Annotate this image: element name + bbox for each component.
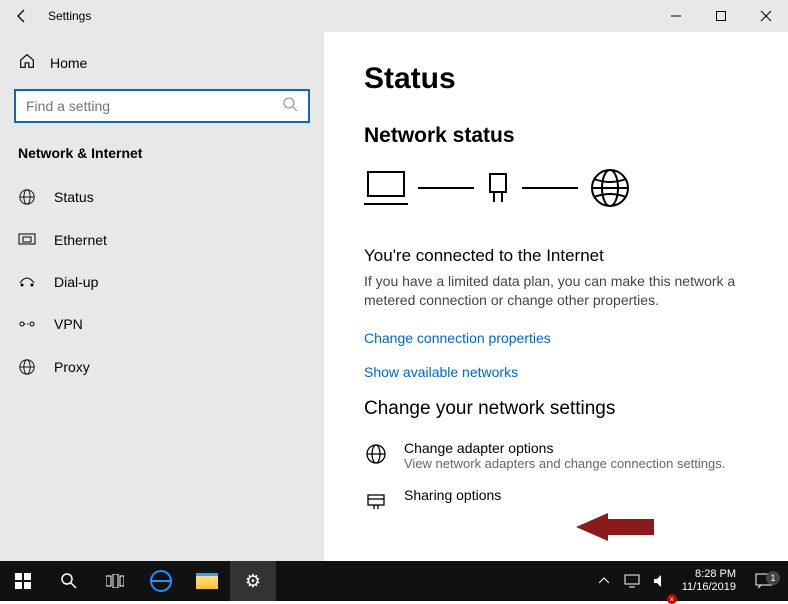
folder-icon (196, 573, 218, 589)
adapter-icon (364, 440, 388, 471)
minimize-button[interactable] (653, 0, 698, 32)
dialup-icon (18, 275, 36, 289)
adapter-option-desc: View network adapters and change connect… (404, 456, 725, 471)
globe-icon (18, 188, 36, 206)
globe-icon (18, 358, 36, 376)
ethernet-icon (18, 233, 36, 247)
home-icon (18, 52, 36, 73)
search-input[interactable] (26, 98, 282, 114)
sidebar-item-vpn[interactable]: VPN (0, 303, 324, 345)
sidebar: Home Network & Internet Status Ethernet … (0, 32, 324, 561)
change-connection-properties-link[interactable]: Change connection properties (364, 330, 764, 346)
file-explorer-taskbar[interactable] (184, 561, 230, 601)
volume-tray-icon[interactable] (646, 561, 674, 601)
sidebar-item-ethernet[interactable]: Ethernet (0, 219, 324, 261)
window-title: Settings (44, 9, 653, 23)
sharing-icon (364, 487, 388, 518)
task-view-button[interactable] (92, 561, 138, 601)
gear-icon: ⚙ (245, 571, 261, 592)
sidebar-item-label: Proxy (54, 359, 90, 375)
content-pane: Status Network status You're connected t… (324, 32, 788, 561)
adapter-option-title: Change adapter options (404, 440, 725, 456)
vpn-icon (18, 317, 36, 331)
ie-icon (150, 570, 172, 592)
change-network-settings-heading: Change your network settings (364, 398, 764, 420)
sidebar-item-status[interactable]: Status (0, 175, 324, 219)
taskbar: ⚙ 8:28 PM 11/16/2019 1 (0, 561, 788, 601)
internet-globe-icon (588, 166, 632, 210)
clock-date: 11/16/2019 (682, 581, 736, 594)
back-button[interactable] (0, 0, 44, 32)
home-nav[interactable]: Home (0, 46, 324, 89)
network-diagram (364, 166, 764, 210)
sharing-option[interactable]: Sharing options (364, 487, 764, 518)
close-button[interactable] (743, 0, 788, 32)
search-box[interactable] (14, 89, 310, 123)
change-adapter-option[interactable]: Change adapter options View network adap… (364, 440, 764, 471)
sidebar-item-label: Ethernet (54, 232, 107, 248)
search-icon (282, 96, 298, 117)
show-available-networks-link[interactable]: Show available networks (364, 364, 764, 380)
sidebar-item-dialup[interactable]: Dial-up (0, 261, 324, 303)
annotation-arrow (576, 507, 656, 547)
start-button[interactable] (0, 561, 46, 601)
title-bar: Settings (0, 0, 788, 32)
sidebar-item-label: VPN (54, 316, 83, 332)
connection-status-title: You're connected to the Internet (364, 246, 764, 266)
settings-taskbar[interactable]: ⚙ (230, 561, 276, 601)
sidebar-item-proxy[interactable]: Proxy (0, 345, 324, 389)
sharing-option-title: Sharing options (404, 487, 501, 503)
action-center-button[interactable]: 1 (744, 573, 784, 589)
category-heading: Network & Internet (0, 145, 324, 175)
network-status-heading: Network status (364, 124, 764, 148)
internet-explorer-taskbar[interactable] (138, 561, 184, 601)
notification-badge: 1 (766, 571, 780, 585)
sidebar-item-label: Status (54, 189, 94, 205)
taskbar-clock[interactable]: 8:28 PM 11/16/2019 (674, 568, 744, 593)
page-title: Status (364, 62, 764, 96)
computer-icon (364, 168, 408, 208)
home-label: Home (50, 55, 87, 71)
tray-overflow-button[interactable] (590, 561, 618, 601)
router-icon (484, 168, 512, 208)
search-taskbar-button[interactable] (46, 561, 92, 601)
network-tray-icon[interactable] (618, 561, 646, 601)
clock-time: 8:28 PM (682, 568, 736, 581)
sidebar-item-label: Dial-up (54, 274, 98, 290)
maximize-button[interactable] (698, 0, 743, 32)
connection-status-desc: If you have a limited data plan, you can… (364, 272, 744, 310)
